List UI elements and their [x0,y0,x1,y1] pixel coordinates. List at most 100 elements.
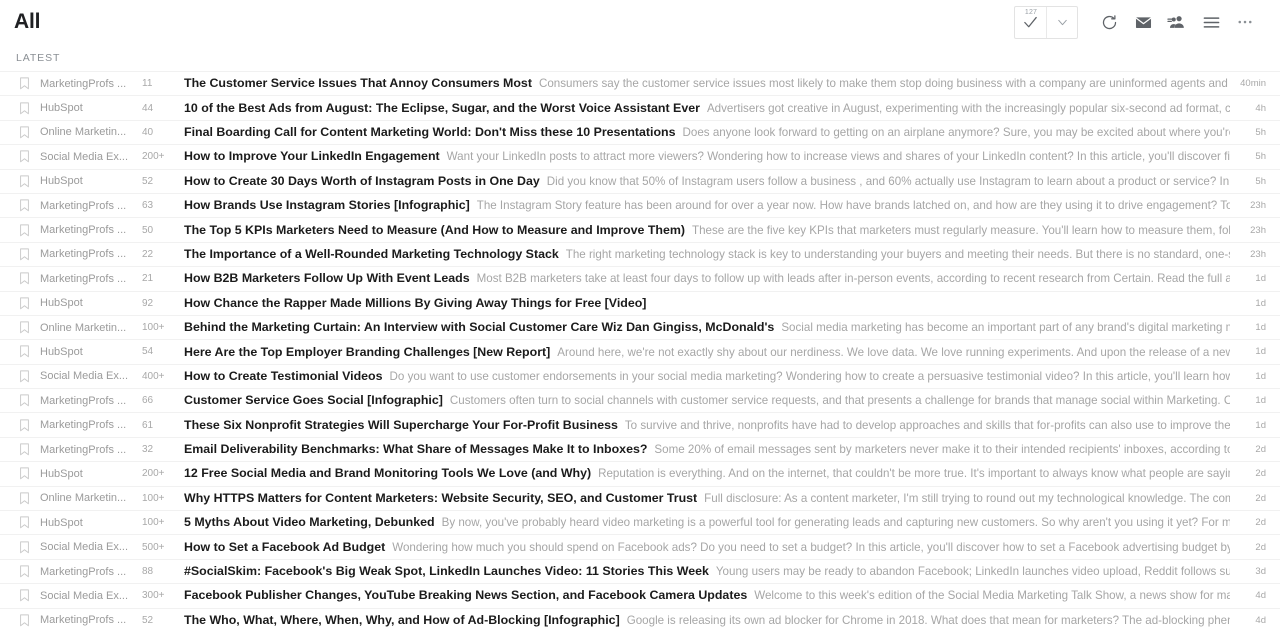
list-item[interactable]: Social Media Ex... 400+ How to Create Test… [0,363,1280,389]
bookmark-icon [20,370,29,383]
item-source: Social Media Ex... [40,150,129,163]
bookmark-button[interactable] [14,272,40,285]
add-people-button[interactable] [1160,5,1194,39]
item-source: Social Media Ex... [40,541,129,554]
bookmark-button[interactable] [14,223,40,237]
bookmark-button[interactable] [14,419,40,432]
section-label-latest: LATEST [16,52,61,64]
mail-button[interactable] [1126,5,1160,39]
menu-button[interactable] [1194,5,1228,39]
bookmark-button[interactable] [14,150,40,163]
bookmark-button[interactable] [14,126,40,139]
item-count: 300+ [142,590,165,602]
bookmark-button[interactable] [14,614,40,627]
item-title: Here Are the Top Employer Branding Chall… [184,344,551,359]
more-options-icon [1238,20,1252,24]
bookmark-button[interactable] [14,248,40,261]
bookmark-button[interactable] [14,345,40,358]
item-timestamp: 2d [1255,444,1266,456]
bookmark-button[interactable] [14,492,40,505]
list-item[interactable]: Online Marketin... 40 Final Boarding Call … [0,119,1280,145]
bookmark-button[interactable] [14,516,40,529]
item-source: HubSpot [40,102,83,115]
list-item[interactable]: Social Media Ex... 500+ How to Set a Faceb… [0,534,1280,559]
list-item[interactable]: MarketingProfs ... 63 How Brands Use Insta… [0,192,1280,218]
item-title: Facebook Publisher Changes, YouTube Brea… [184,588,748,603]
item-title: Customer Service Goes Social [Infographi… [184,393,443,408]
bookmark-button[interactable] [14,370,40,383]
item-timestamp: 5h [1255,126,1266,138]
bookmark-icon [20,150,29,163]
item-source: HubSpot [40,175,83,188]
list-item[interactable]: MarketingProfs ... 52 The Who, What, Where… [0,607,1280,632]
item-content: How to Set a Facebook Ad Budget Wondering… [184,535,1230,558]
item-title: Email Deliverability Benchmarks: What Sh… [184,442,648,457]
item-timestamp: 2d [1255,492,1266,504]
item-count: 22 [142,248,154,260]
bookmark-button[interactable] [14,541,40,554]
bookmark-icon [20,565,29,578]
refresh-button[interactable] [1092,5,1126,39]
item-snippet: Wondering how much you should spend on F… [392,540,1230,554]
list-item[interactable]: MarketingProfs ... 21 How B2B Marketers Fo… [0,266,1280,291]
item-count: 44 [142,102,154,114]
item-count: 54 [142,346,154,358]
bookmark-button[interactable] [14,77,40,90]
list-item[interactable]: HubSpot 200+ 12 Free Social Media and Bran… [0,461,1280,486]
list-item[interactable]: HubSpot 54 Here Are the Top Employer Brand… [0,339,1280,364]
list-item[interactable]: HubSpot 92 How Chance the Rapper Made Mill… [0,290,1280,315]
list-item[interactable]: HubSpot 52 How to Create 30 Days Worth of … [0,168,1280,193]
list-item[interactable]: MarketingProfs ... 88 #SocialSkim: Faceboo… [0,558,1280,584]
item-content: These Six Nonprofit Strategies Will Supe… [184,413,1230,436]
bookmark-icon [20,272,29,285]
list-item[interactable]: MarketingProfs ... 32 Email Deliverability… [0,436,1280,462]
bookmark-button[interactable] [14,321,40,334]
chevron-down-icon [1057,19,1067,25]
selected-count-badge: 127 [1024,8,1038,16]
more-options-button[interactable] [1228,5,1262,39]
item-timestamp: 5h [1255,151,1266,163]
item-content: Customer Service Goes Social [Infographi… [184,389,1230,412]
item-timestamp: 23h [1250,200,1266,212]
item-content: Here Are the Top Employer Branding Chall… [184,340,1230,363]
header-toolbar: 127 [1014,5,1262,39]
bookmark-button[interactable] [14,467,40,480]
item-title: Behind the Marketing Curtain: An Intervi… [184,320,775,335]
bookmark-icon [20,589,29,602]
bookmark-button[interactable] [14,199,40,212]
list-item[interactable]: MarketingProfs ... 61 These Six Nonprofit … [0,412,1280,437]
item-timestamp: 1d [1255,297,1266,309]
bookmark-button[interactable] [14,565,40,578]
bookmark-button[interactable] [14,175,40,188]
list-item[interactable]: HubSpot 44 10 of the Best Ads from August:… [0,95,1280,120]
item-count: 500+ [142,541,165,553]
bookmark-button[interactable] [14,589,40,602]
bookmark-button[interactable] [14,297,40,310]
bookmark-icon [20,77,29,90]
item-title: The Importance of a Well-Rounded Marketi… [184,246,559,261]
bookmark-button[interactable] [14,101,40,115]
select-all-button[interactable]: 127 [1015,7,1046,38]
bookmark-button[interactable] [14,394,40,407]
list-item[interactable]: MarketingProfs ... 50 The Top 5 KPIs Marke… [0,217,1280,242]
list-item[interactable]: Social Media Ex... 200+ How to Improve You… [0,144,1280,169]
app-header: All 127 [0,0,1280,44]
list-item[interactable]: HubSpot 100+ 5 Myths About Video Marketing… [0,510,1280,535]
item-timestamp: 2d [1255,517,1266,529]
bookmark-button[interactable] [14,443,40,456]
select-dropdown-button[interactable] [1046,6,1077,38]
list-item[interactable]: Social Media Ex... 300+ Facebook Publisher… [0,583,1280,608]
item-count: 200+ [142,151,165,163]
item-timestamp: 1d [1255,346,1266,358]
list-item[interactable]: Online Marketin... 100+ Behind the Marketi… [0,314,1280,340]
list-item[interactable]: MarketingProfs ... 66 Customer Service Goe… [0,388,1280,413]
bookmark-icon [20,419,29,431]
item-snippet: The Instagram Story feature has been aro… [476,199,1230,213]
item-timestamp: 2d [1255,468,1266,480]
item-snippet [646,297,653,310]
list-item[interactable]: MarketingProfs ... 22 The Importance of a … [0,241,1280,267]
item-title: The Top 5 KPIs Marketers Need to Measure… [184,222,686,237]
item-count: 11 [142,78,153,90]
list-item[interactable]: MarketingProfs ... 11 The Customer Service… [0,71,1280,96]
list-item[interactable]: Online Marketin... 100+ Why HTTPS Matters … [0,485,1280,511]
